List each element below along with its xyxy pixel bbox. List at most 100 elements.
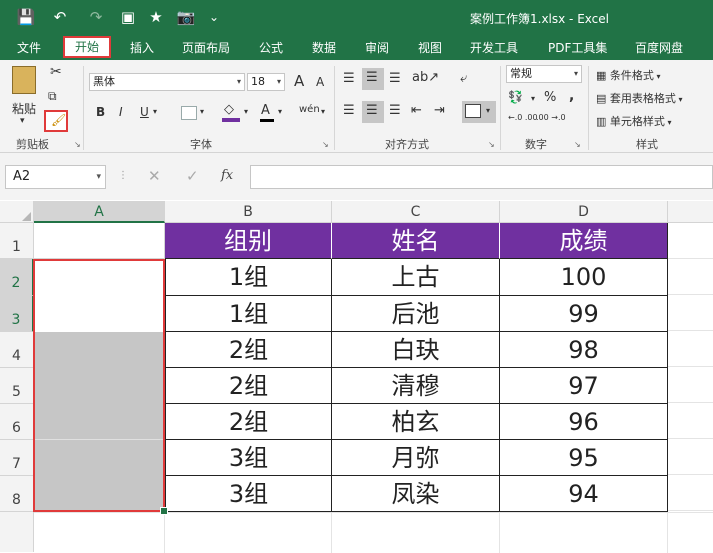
table-cell[interactable]: 2组 (165, 404, 332, 440)
save-icon[interactable]: 💾 (16, 7, 36, 27)
decrease-indent-icon[interactable]: ⇤ (411, 103, 422, 118)
decrease-font-size-button[interactable]: A (316, 75, 324, 89)
table-cell[interactable]: 凤染 (332, 476, 500, 512)
redo-icon[interactable]: ↷ (86, 7, 106, 27)
format-painter-button[interactable]: 🖌 (44, 110, 68, 132)
tab-developer[interactable]: 开发工具 (470, 39, 518, 57)
borders-icon[interactable] (181, 106, 197, 120)
enter-icon[interactable]: ✓ (186, 167, 199, 185)
underline-button[interactable]: U (140, 105, 149, 119)
fill-color-icon[interactable]: ◇ (222, 102, 240, 122)
column-header-d[interactable]: D (500, 201, 668, 223)
tab-formulas[interactable]: 公式 (259, 39, 283, 57)
table-cell[interactable]: 2组 (165, 368, 332, 404)
font-size-select[interactable]: 18 ▾ (247, 73, 285, 91)
row-header-6[interactable]: 6 (0, 404, 34, 440)
customize-qat-icon[interactable]: ⌄ (204, 7, 224, 27)
column-header-b[interactable]: B (165, 201, 332, 223)
paste-button[interactable]: 粘贴 (12, 100, 36, 117)
fill-color-dropdown-icon[interactable]: ▾ (244, 107, 248, 116)
camera-icon[interactable]: 📷 (176, 7, 196, 27)
tab-data[interactable]: 数据 (312, 39, 336, 57)
screenshot-icon[interactable]: ▣ (118, 7, 138, 27)
italic-button[interactable]: I (119, 105, 123, 119)
table-cell[interactable]: 97 (500, 368, 668, 404)
star-icon[interactable]: ★ (146, 7, 166, 27)
middle-align-button[interactable]: ☰ (362, 68, 384, 90)
column-header-e[interactable] (668, 201, 713, 223)
percent-button[interactable]: % (544, 90, 556, 105)
table-header-score[interactable]: 成绩 (500, 223, 668, 259)
format-as-table-button[interactable]: ▤ 套用表格格式 ▾ (596, 90, 682, 106)
table-cell[interactable]: 上古 (332, 259, 500, 296)
accounting-dropdown-icon[interactable]: ▾ (531, 94, 535, 103)
table-cell[interactable]: 1组 (165, 296, 332, 332)
table-cell[interactable]: 后池 (332, 296, 500, 332)
accounting-format-icon[interactable]: 💱 (508, 90, 523, 104)
bottom-align-icon[interactable]: ☰ (389, 71, 401, 86)
phonetic-guide-button[interactable]: wén (299, 104, 320, 115)
number-launcher-icon[interactable]: ↘ (574, 140, 581, 149)
row-header-5[interactable]: 5 (0, 368, 34, 404)
tab-page-layout[interactable]: 页面布局 (182, 39, 230, 57)
formula-input[interactable] (250, 165, 713, 189)
column-header-a[interactable]: A (34, 201, 165, 223)
column-header-c[interactable]: C (332, 201, 500, 223)
cell-a1[interactable] (34, 223, 165, 259)
table-cell[interactable]: 3组 (165, 440, 332, 476)
borders-dropdown-icon[interactable]: ▾ (200, 107, 204, 116)
center-align-button[interactable]: ☰ (362, 101, 384, 123)
bold-button[interactable]: B (96, 105, 105, 119)
row-header-4[interactable]: 4 (0, 332, 34, 368)
alignment-launcher-icon[interactable]: ↘ (488, 140, 495, 149)
name-box-dropdown-icon[interactable]: ▾ (96, 166, 101, 188)
increase-indent-icon[interactable]: ⇥ (434, 103, 445, 118)
row-header-1[interactable]: 1 (0, 223, 34, 259)
row-header-8[interactable]: 8 (0, 476, 34, 512)
tab-pdf-tools[interactable]: PDF工具集 (548, 39, 607, 57)
tab-baidu-netdisk[interactable]: 百度网盘 (635, 39, 683, 57)
cut-icon[interactable]: ✂ (50, 64, 62, 80)
wrap-text-icon[interactable]: ⤶ (460, 71, 467, 86)
number-format-select[interactable]: 常规 ▾ (506, 65, 582, 83)
select-all-corner[interactable] (0, 201, 34, 223)
tab-file[interactable]: 文件 (17, 39, 41, 57)
table-cell[interactable]: 96 (500, 404, 668, 440)
table-cell[interactable]: 98 (500, 332, 668, 368)
table-cell[interactable]: 2组 (165, 332, 332, 368)
row-header-2[interactable]: 2 (0, 259, 34, 296)
phonetic-dropdown-icon[interactable]: ▾ (321, 107, 325, 116)
tab-view[interactable]: 视图 (418, 39, 442, 57)
name-box[interactable]: A2 ▾ (5, 165, 106, 189)
fill-handle[interactable] (160, 507, 168, 515)
table-cell[interactable]: 94 (500, 476, 668, 512)
tab-review[interactable]: 审阅 (365, 39, 389, 57)
table-cell[interactable]: 1组 (165, 259, 332, 296)
font-color-button[interactable]: A (260, 102, 274, 122)
row-header-3[interactable]: 3 (0, 296, 34, 332)
table-cell[interactable]: 3组 (165, 476, 332, 512)
cancel-icon[interactable]: ✕ (148, 167, 161, 185)
increase-font-size-button[interactable]: A (294, 72, 304, 90)
comma-style-button[interactable]: , (569, 88, 574, 104)
underline-dropdown-icon[interactable]: ▾ (153, 107, 157, 116)
table-header-name[interactable]: 姓名 (332, 223, 500, 259)
font-color-dropdown-icon[interactable]: ▾ (278, 107, 282, 116)
align-left-icon[interactable]: ☰ (343, 103, 355, 118)
tab-insert[interactable]: 插入 (130, 39, 154, 57)
font-launcher-icon[interactable]: ↘ (322, 140, 329, 149)
table-cell[interactable]: 99 (500, 296, 668, 332)
insert-function-button[interactable]: fx (221, 168, 233, 183)
align-right-icon[interactable]: ☰ (389, 103, 401, 118)
conditional-formatting-button[interactable]: ▦ 条件格式 ▾ (596, 67, 660, 83)
paste-dropdown-icon[interactable]: ▾ (20, 116, 25, 126)
table-cell[interactable]: 白玦 (332, 332, 500, 368)
undo-icon[interactable]: ↶ (50, 7, 70, 27)
tab-home[interactable]: 开始 (63, 36, 111, 58)
decrease-decimal-button[interactable]: .00 →.0 (536, 113, 566, 122)
cell-styles-button[interactable]: ▥ 单元格样式 ▾ (596, 113, 671, 129)
copy-icon[interactable]: ⧉ (48, 89, 57, 104)
orientation-icon[interactable]: ab↗ (412, 70, 439, 85)
paste-icon[interactable] (12, 66, 36, 94)
table-cell[interactable]: 100 (500, 259, 668, 296)
